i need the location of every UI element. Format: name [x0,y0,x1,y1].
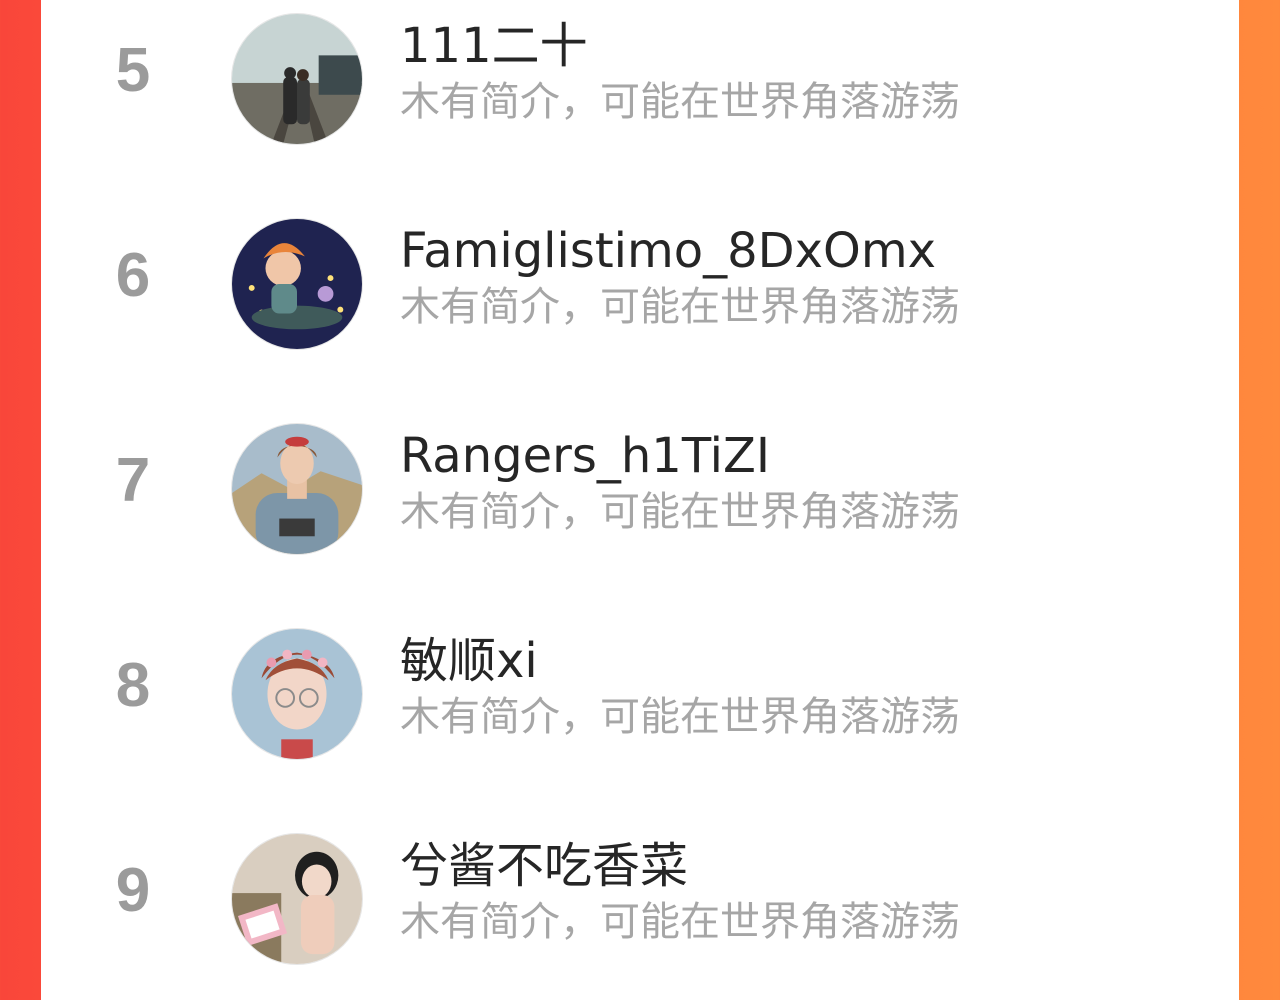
ranking-list-panel: 5 111二十 木有简介，可能在世界角落游荡 6 Famiglistimo_8D… [41,0,1239,1000]
man-flower-crown-avatar-icon [232,629,362,759]
user-intro: 木有简介，可能在世界角落游荡 [400,489,960,535]
ranking-list-item[interactable]: 7 Rangers_h1TiZI 木有简介，可能在世界角落游荡 [41,410,1239,615]
rank-number: 6 [115,241,151,310]
user-intro: 木有简介，可能在世界角落游荡 [400,79,960,125]
user-avatar[interactable] [231,628,363,760]
user-avatar[interactable] [231,833,363,965]
ranking-list-item[interactable]: 6 Famiglistimo_8DxOmx 木有简介，可能在世界角落游荡 [41,205,1239,410]
rank-number: 7 [115,446,151,515]
user-name[interactable]: Famiglistimo_8DxOmx [400,225,936,278]
user-intro: 木有简介，可能在世界角落游荡 [400,284,960,330]
user-avatar[interactable] [231,13,363,145]
girl-reading-avatar-icon [232,834,362,964]
user-intro: 木有简介，可能在世界角落游荡 [400,694,960,740]
rank-number: 8 [115,651,151,720]
ranking-list-item[interactable]: 5 111二十 木有简介，可能在世界角落游荡 [41,0,1239,205]
user-avatar[interactable] [231,423,363,555]
user-name[interactable]: Rangers_h1TiZI [400,430,770,483]
ranking-list-item[interactable]: 9 兮酱不吃香菜 木有简介，可能在世界角落游荡 [41,820,1239,1000]
user-intro: 木有简介，可能在世界角落游荡 [400,899,960,945]
rank-number: 5 [115,36,151,105]
cartoon-night-avatar-icon [232,219,362,349]
user-name[interactable]: 111二十 [400,20,588,73]
ranking-list-item[interactable]: 8 敏顺xi 木有简介，可能在世界角落游荡 [41,615,1239,820]
rank-number: 9 [115,856,151,925]
user-name[interactable]: 敏顺xi [400,635,538,688]
user-avatar[interactable] [231,218,363,350]
woman-denim-avatar-icon [232,424,362,554]
couple-on-railway-avatar-icon [232,14,362,144]
user-name[interactable]: 兮酱不吃香菜 [400,840,688,893]
